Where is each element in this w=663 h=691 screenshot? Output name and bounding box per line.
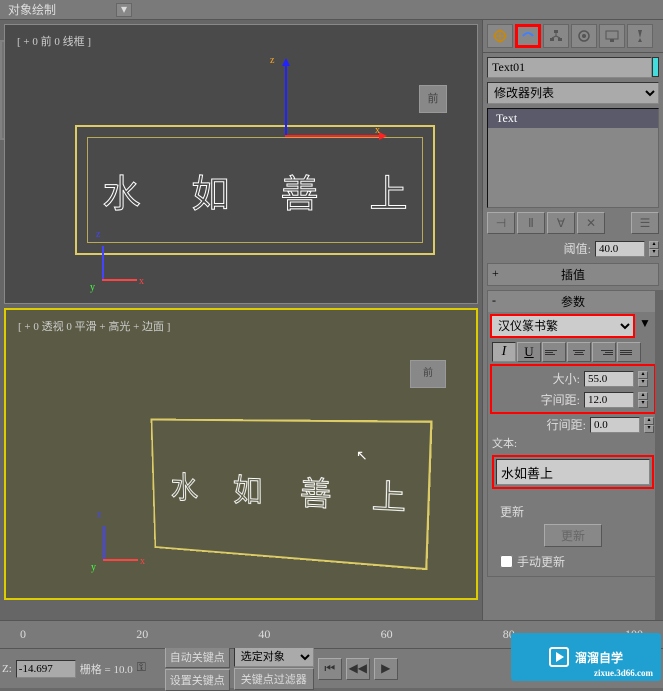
keymode-dropdown[interactable]: 选定对象 xyxy=(234,647,314,667)
interpolation-rollout[interactable]: +插值 xyxy=(488,264,658,285)
pin-stack-icon[interactable]: ⊣ xyxy=(487,212,515,234)
keyfilter-button[interactable]: 关键点过滤器 xyxy=(234,668,314,690)
spinner-down-icon[interactable]: ▾ xyxy=(644,425,654,433)
axis-indicator: z x y xyxy=(90,233,140,293)
display-tab-icon[interactable] xyxy=(599,24,625,48)
front-viewport[interactable]: [ + 0 前 0 线框 ] 前 水 如 善 上 z x z x y xyxy=(4,24,478,304)
create-tab-icon[interactable] xyxy=(487,24,513,48)
text-section-label: 文本: xyxy=(488,438,521,450)
spinner-up-icon[interactable]: ▴ xyxy=(638,392,648,400)
prev-frame-icon[interactable]: ◀◀ xyxy=(346,658,370,680)
mode-dropdown[interactable]: ▾ xyxy=(116,3,132,17)
font-dropdown[interactable]: 汉仪篆书繁 xyxy=(490,314,635,338)
goto-start-icon[interactable]: ⏮ xyxy=(318,658,342,680)
viewport-area: [ + 0 前 0 线框 ] 前 水 如 善 上 z x z x y xyxy=(0,20,482,620)
spinner-down-icon[interactable]: ▾ xyxy=(638,379,648,387)
watermark-url: zixue.3d66.com xyxy=(594,668,653,678)
spinner-down-icon[interactable]: ▾ xyxy=(638,400,648,408)
underline-icon[interactable]: U xyxy=(517,342,541,362)
command-panel: 修改器列表 Text ⊣ Ⅱ ∀ ✕ ☰ 阈值: ▴▾ +插值 -参数 xyxy=(482,20,663,620)
motion-tab-icon[interactable] xyxy=(571,24,597,48)
perspective-text-object[interactable]: 水 如 善 上 xyxy=(151,419,433,571)
text-char: 水 xyxy=(170,463,198,507)
setkey-button[interactable]: 设置关键点 xyxy=(165,669,230,691)
perspective-viewport[interactable]: [ + 0 透视 0 平滑 + 高光 + 边面 ] 前 ↖ 水 如 善 上 z … xyxy=(4,308,478,600)
align-justify-icon[interactable] xyxy=(617,342,641,362)
viewcube-persp-icon[interactable]: 前 xyxy=(410,360,446,388)
update-button[interactable]: 更新 xyxy=(544,524,602,547)
grid-status: 栅格 = 10.0 xyxy=(80,661,133,677)
utilities-tab-icon[interactable] xyxy=(627,24,653,48)
align-left-icon[interactable] xyxy=(542,342,566,362)
kerning-label: 字间距: xyxy=(541,391,580,408)
align-center-icon[interactable] xyxy=(567,342,591,362)
hierarchy-tab-icon[interactable] xyxy=(543,24,569,48)
threshold-input[interactable] xyxy=(595,241,645,257)
front-viewport-label: [ + 0 前 0 线框 ] xyxy=(17,33,91,49)
text-char: 如 xyxy=(233,466,263,512)
watermark-title: 溜溜自学 xyxy=(575,649,623,666)
autokey-button[interactable]: 自动关键点 xyxy=(165,646,230,668)
size-label: 大小: xyxy=(553,370,580,387)
leading-input[interactable] xyxy=(590,417,640,433)
kerning-input[interactable] xyxy=(584,392,634,408)
remove-modifier-icon[interactable]: ✕ xyxy=(577,212,605,234)
align-right-icon[interactable] xyxy=(592,342,616,362)
text-content-input[interactable] xyxy=(496,459,650,485)
watermark: 溜溜自学 zixue.3d66.com xyxy=(511,633,661,681)
configure-sets-icon[interactable]: ☰ xyxy=(631,212,659,234)
parameters-rollout[interactable]: -参数 xyxy=(488,291,658,312)
modifier-stack[interactable]: Text xyxy=(487,108,659,208)
axis-indicator: z x y xyxy=(91,513,141,573)
make-unique-icon[interactable]: ∀ xyxy=(547,212,575,234)
tick-label: 0 xyxy=(20,627,26,642)
tick-label: 60 xyxy=(381,627,393,642)
panel-scrollbar[interactable] xyxy=(655,290,663,630)
modify-tab-icon[interactable] xyxy=(515,24,541,48)
watermark-play-icon xyxy=(549,647,569,667)
italic-icon[interactable]: I xyxy=(492,342,516,362)
tick-label: 20 xyxy=(136,627,148,642)
z-coord-label: Z: xyxy=(2,663,12,675)
show-end-result-icon[interactable]: Ⅱ xyxy=(517,212,545,234)
update-label: 更新 xyxy=(492,505,524,519)
spinner-up-icon[interactable]: ▴ xyxy=(638,371,648,379)
object-color-swatch[interactable] xyxy=(652,57,659,77)
z-coord-input[interactable] xyxy=(16,660,76,678)
persp-viewport-label: [ + 0 透视 0 平滑 + 高光 + 边面 ] xyxy=(18,318,170,334)
modifier-list-dropdown[interactable]: 修改器列表 xyxy=(487,82,659,104)
transform-gizmo[interactable]: z x xyxy=(275,110,395,230)
size-input[interactable] xyxy=(584,371,634,387)
mode-label: 对象绘制 xyxy=(8,1,56,18)
spinner-up-icon[interactable]: ▴ xyxy=(649,241,659,249)
spinner-up-icon[interactable]: ▴ xyxy=(644,417,654,425)
text-char: 善 xyxy=(300,468,332,516)
manual-update-checkbox[interactable]: 手动更新 xyxy=(492,551,654,572)
key-icon[interactable]: ⚿ xyxy=(137,660,161,678)
spinner-down-icon[interactable]: ▾ xyxy=(649,249,659,257)
modifier-stack-item[interactable]: Text xyxy=(488,109,658,128)
play-icon[interactable]: ▶ xyxy=(374,658,398,680)
text-char: 上 xyxy=(371,470,406,520)
object-name-input[interactable] xyxy=(487,57,652,78)
leading-label: 行间距: xyxy=(547,416,586,433)
threshold-label: 阈值: xyxy=(564,240,591,257)
viewcube-front-icon[interactable]: 前 xyxy=(419,85,447,113)
tick-label: 40 xyxy=(258,627,270,642)
